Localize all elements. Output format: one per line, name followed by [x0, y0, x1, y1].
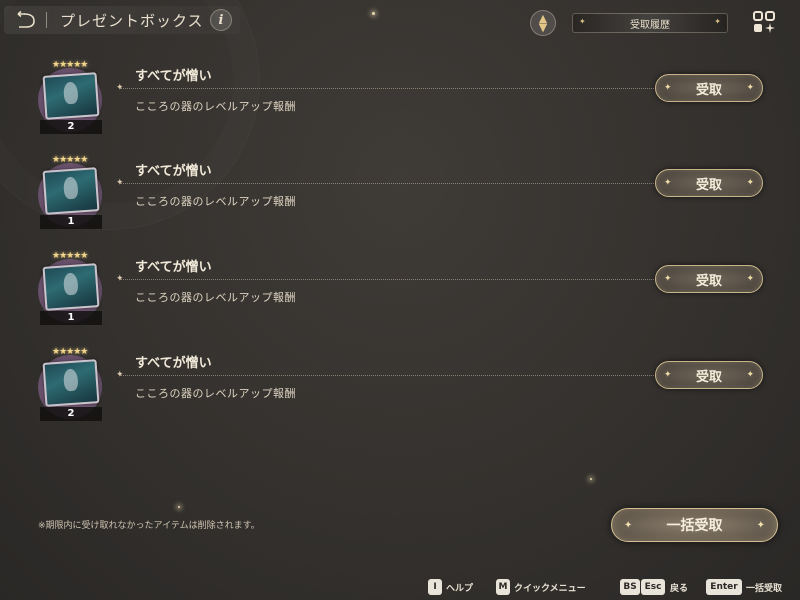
- rarity-stars: ★★★★★: [52, 347, 88, 357]
- enter-key[interactable]: Enter: [706, 579, 742, 595]
- item-name: すべてが憎い: [135, 164, 212, 179]
- present-row: ★★★★★ 1 すべてが憎い ✦ こころの器のレベルアップ報酬 ✦ 受取 ✦: [0, 155, 800, 237]
- history-button[interactable]: ✦ 受取履歴 ✦: [572, 13, 728, 33]
- claim-label: 受取: [695, 82, 722, 98]
- page-title: プレゼントボックス: [60, 12, 204, 30]
- present-row: ★★★★★ 2 すべてが憎い ✦ こころの器のレベルアップ報酬 ✦ 受取 ✦: [0, 60, 800, 142]
- item-quantity: 1: [40, 215, 102, 229]
- claim-label: 受取: [695, 369, 722, 385]
- sparkle-icon: ✦: [746, 370, 754, 380]
- item-quantity: 2: [40, 120, 102, 134]
- sparkle-icon: ✦: [624, 520, 633, 531]
- present-row: ★★★★★ 1 すべてが憎い ✦ こころの器のレベルアップ報酬 ✦ 受取 ✦: [0, 251, 800, 333]
- dotted-divider: [120, 88, 654, 89]
- back-arrow-icon: [17, 11, 35, 28]
- sparkle-icon: ✦: [664, 370, 672, 380]
- quick-menu-key[interactable]: M: [496, 579, 510, 595]
- claim-label: 受取: [695, 177, 722, 193]
- claim-button[interactable]: ✦ 受取 ✦: [655, 361, 763, 389]
- dotted-divider: [120, 375, 654, 376]
- escape-key[interactable]: Esc: [641, 579, 665, 595]
- dotted-divider: [120, 279, 654, 280]
- item-source: こころの器のレベルアップ報酬: [135, 387, 296, 400]
- item-card-image: [42, 263, 100, 311]
- sparkle-icon: ✦: [664, 178, 672, 188]
- header: プレゼントボックス i ▲ ▼ ✦ 受取履歴 ✦: [0, 0, 800, 44]
- sort-button[interactable]: ▲ ▼: [530, 10, 556, 36]
- sparkle-icon: ✦: [664, 274, 672, 284]
- title-divider: [46, 12, 47, 28]
- sparkle: [178, 506, 180, 508]
- rarity-stars: ★★★★★: [52, 155, 88, 165]
- quick-menu-label: クイックメニュー: [514, 584, 586, 594]
- sparkle-icon: ✦: [579, 17, 586, 26]
- item-thumbnail[interactable]: ★★★★★ 1: [36, 251, 106, 329]
- sparkle-icon: ✦: [756, 520, 765, 531]
- sparkle-icon: ✦: [746, 178, 754, 188]
- sparkle: [590, 478, 592, 480]
- enter-label: 一括受取: [746, 584, 783, 594]
- sort-down-icon: ▼: [538, 21, 548, 34]
- info-icon: i: [218, 12, 224, 28]
- present-row: ★★★★★ 2 すべてが憎い ✦ こころの器のレベルアップ報酬 ✦ 受取 ✦: [0, 347, 800, 429]
- claim-all-label: 一括受取: [666, 518, 723, 534]
- item-source: こころの器のレベルアップ報酬: [135, 195, 296, 208]
- item-source: こころの器のレベルアップ報酬: [135, 100, 296, 113]
- sparkle-icon: ✦: [664, 83, 672, 93]
- item-name: すべてが憎い: [135, 69, 212, 84]
- menu-grid-button[interactable]: [752, 10, 776, 34]
- item-card-image: [42, 72, 100, 120]
- dotted-divider: [120, 183, 654, 184]
- item-thumbnail[interactable]: ★★★★★ 1: [36, 155, 106, 233]
- back-button[interactable]: [14, 9, 38, 31]
- claim-label: 受取: [695, 273, 722, 289]
- item-thumbnail[interactable]: ★★★★★ 2: [36, 347, 106, 425]
- item-thumbnail[interactable]: ★★★★★ 2: [36, 60, 106, 138]
- item-quantity: 1: [40, 311, 102, 325]
- item-source: こころの器のレベルアップ報酬: [135, 291, 296, 304]
- expiry-notice: ※期限内に受け取れなかったアイテムは削除されます。: [38, 521, 260, 531]
- sparkle-icon: ✦: [714, 17, 721, 26]
- rarity-stars: ★★★★★: [52, 251, 88, 261]
- claim-all-button[interactable]: ✦ 一括受取 ✦: [611, 508, 778, 542]
- back-label: 戻る: [670, 584, 689, 594]
- item-quantity: 2: [40, 407, 102, 421]
- item-name: すべてが憎い: [135, 356, 212, 371]
- info-button[interactable]: i: [210, 9, 232, 31]
- item-name: すべてが憎い: [135, 260, 212, 275]
- claim-button[interactable]: ✦ 受取 ✦: [655, 265, 763, 293]
- help-key[interactable]: I: [428, 579, 442, 595]
- help-label: ヘルプ: [446, 584, 474, 594]
- grid-menu-icon: [753, 11, 775, 33]
- item-card-image: [42, 167, 100, 215]
- sparkle-icon: ✦: [746, 274, 754, 284]
- rarity-stars: ★★★★★: [52, 60, 88, 70]
- item-card-image: [42, 359, 100, 407]
- backspace-key[interactable]: BS: [620, 579, 640, 595]
- history-label: 受取履歴: [630, 19, 670, 31]
- sparkle-icon: ✦: [746, 83, 754, 93]
- key-hints: I ヘルプ M クイックメニュー BS Esc 戻る Enter 一括受取: [0, 576, 800, 598]
- claim-button[interactable]: ✦ 受取 ✦: [655, 74, 763, 102]
- claim-button[interactable]: ✦ 受取 ✦: [655, 169, 763, 197]
